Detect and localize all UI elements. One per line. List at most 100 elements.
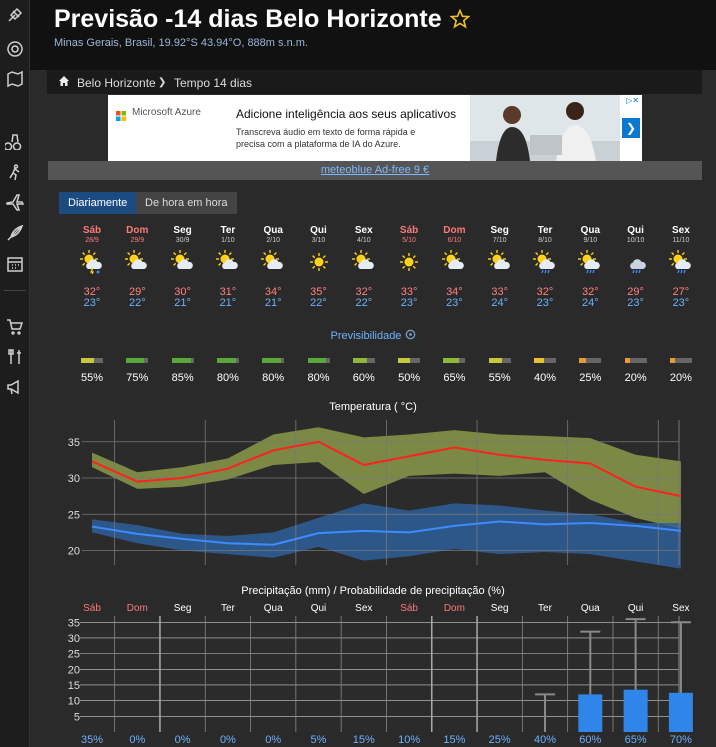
day-min-temp: 21°: [264, 297, 282, 309]
weather-sun-cloud-thunder-icon: [70, 250, 114, 275]
adfree-bar: meteoblue Ad-free 9 €: [48, 161, 702, 180]
weather-sun-cloud-rain-icon: [523, 250, 567, 274]
predictability-bar: [171, 358, 194, 363]
precip-probability-label: 0%: [220, 734, 236, 746]
temperature-chart: 20 25 30 35: [68, 420, 682, 569]
tab-hourly[interactable]: De hora em hora: [136, 192, 237, 214]
day-min-temp: 21°: [174, 297, 191, 309]
adfree-link[interactable]: meteoblue Ad-free 9 €: [321, 164, 429, 176]
feather-icon[interactable]: [5, 223, 25, 243]
predictability-value: 25%: [579, 372, 602, 384]
weather-sun-cloud-icon: [251, 250, 295, 274]
x-day-label: Sáb: [83, 603, 101, 614]
precip-probability-label: 0%: [175, 734, 191, 746]
day-min-temp: 23°: [536, 297, 554, 309]
ad-close-icon[interactable]: ▷✕: [626, 96, 639, 105]
hiking-icon[interactable]: [5, 162, 25, 182]
predictability-value: 20%: [669, 372, 692, 384]
y-tick-label: 35: [68, 617, 80, 629]
predictability-bar: [398, 358, 421, 363]
y-tick-label: 30: [68, 473, 80, 485]
day-date: 1/10: [221, 237, 235, 244]
sidebar-divider: [4, 290, 26, 291]
day-min-temp: 24°: [581, 297, 599, 309]
predictability-bar: [443, 358, 466, 363]
location-coordinates: Minas Gerais, Brasil, 19.92°S 43.94°O, 8…: [54, 37, 308, 49]
day-min-temp: 22°: [128, 297, 146, 309]
precip-probability-label: 15%: [353, 734, 375, 746]
predictability-value: 75%: [126, 372, 149, 384]
x-day-label: Sex: [355, 603, 372, 614]
plane-icon[interactable]: [5, 192, 25, 212]
microsoft-logo-icon: [116, 108, 126, 126]
tab-daily[interactable]: Diariamente: [59, 192, 137, 214]
day-min-temp: 24°: [491, 297, 508, 309]
weather-sun-cloud-rain-icon: [568, 250, 612, 274]
precip-probability-label: 40%: [534, 734, 556, 746]
day-date: 3/10: [311, 237, 326, 244]
y-tick-label: 20: [68, 546, 80, 558]
day-name: Sáb: [82, 225, 102, 236]
predictability-value: 55%: [488, 372, 511, 384]
megaphone-icon[interactable]: [5, 377, 25, 397]
satellite-icon[interactable]: [5, 7, 25, 27]
precip-bar: [578, 694, 603, 732]
ad-body-line2: precisa com a plataforma de IA do Azure.: [236, 139, 401, 149]
ad-brand: Microsoft Azure: [132, 107, 201, 118]
day-min-temp: 23°: [83, 297, 101, 309]
predictability-bar: [262, 358, 285, 363]
tools-icon[interactable]: [5, 347, 25, 367]
breadcrumb-home-link[interactable]: Belo Horizonte: [77, 76, 156, 90]
predictability-bar: [81, 358, 103, 363]
precipitation-chart-title: Precipitação (mm) / Probabilidade de pre…: [241, 585, 505, 597]
precip-bar: [668, 692, 693, 732]
day-date: 7/10: [492, 237, 507, 244]
predictability-bar: [534, 358, 556, 363]
day-name: Qui: [627, 225, 644, 236]
x-day-label: Seg: [491, 603, 509, 614]
day-date: 29/9: [130, 237, 145, 244]
page-header: Previsão -14 dias Belo Horizonte Minas G…: [30, 0, 716, 70]
day-min-temp: 21°: [219, 297, 237, 309]
day-min-temp: 22°: [310, 297, 327, 309]
info-icon[interactable]: [405, 329, 416, 342]
x-day-label: Sex: [672, 603, 689, 614]
favorite-star-icon[interactable]: [448, 7, 471, 36]
day-name: Qua: [263, 225, 283, 236]
x-day-label: Qui: [628, 603, 644, 614]
predictability-bar: [352, 358, 375, 363]
radar-icon[interactable]: [5, 39, 25, 59]
breadcrumb: Belo Horizonte ❯ Tempo 14 dias: [47, 70, 702, 94]
map-icon[interactable]: [5, 69, 25, 89]
ad-headline: Adicione inteligência aos seus aplicativ…: [236, 107, 457, 121]
calendar-icon[interactable]: [5, 254, 25, 274]
y-tick-label: 15: [68, 680, 80, 692]
precipitation-chart: Sáb Dom Seg Ter Qua Qui Sex Sáb Dom Seg Ter Qua Qui S…: [68, 603, 693, 746]
y-tick-label: 10: [68, 696, 80, 708]
precip-probability-label: 5%: [311, 734, 327, 746]
advertisement-banner[interactable]: Microsoft Azure Adicione inteligência ao…: [108, 95, 642, 161]
precip-probability-label: 10%: [398, 734, 420, 746]
y-tick-label: 30: [68, 633, 80, 645]
day-name: Qua: [580, 225, 601, 236]
day-name: Qui: [310, 225, 327, 236]
predictability-value: 50%: [398, 372, 421, 384]
precip-probability-label: 65%: [625, 734, 647, 746]
predictability-value: 80%: [216, 372, 239, 384]
day-date: 5/10: [402, 237, 416, 244]
predictability-value: 80%: [307, 372, 330, 384]
day-name: Sex: [671, 225, 690, 236]
precip-probability-label: 25%: [489, 734, 511, 746]
home-icon[interactable]: [58, 75, 70, 90]
breadcrumb-separator: ❯: [158, 77, 167, 88]
y-tick-label: 25: [68, 649, 80, 661]
day-name: Ter: [537, 225, 553, 236]
predictability-value: 55%: [80, 372, 104, 384]
binoculars-icon[interactable]: [3, 130, 25, 151]
breadcrumb-current: Tempo 14 dias: [174, 76, 253, 90]
day-name: Ter: [220, 225, 236, 236]
day-min-temp: 23°: [446, 297, 463, 309]
predictability-bar: [307, 358, 330, 363]
precip-probability-label: 0%: [265, 734, 281, 746]
precip-probability-label: 15%: [443, 734, 465, 746]
